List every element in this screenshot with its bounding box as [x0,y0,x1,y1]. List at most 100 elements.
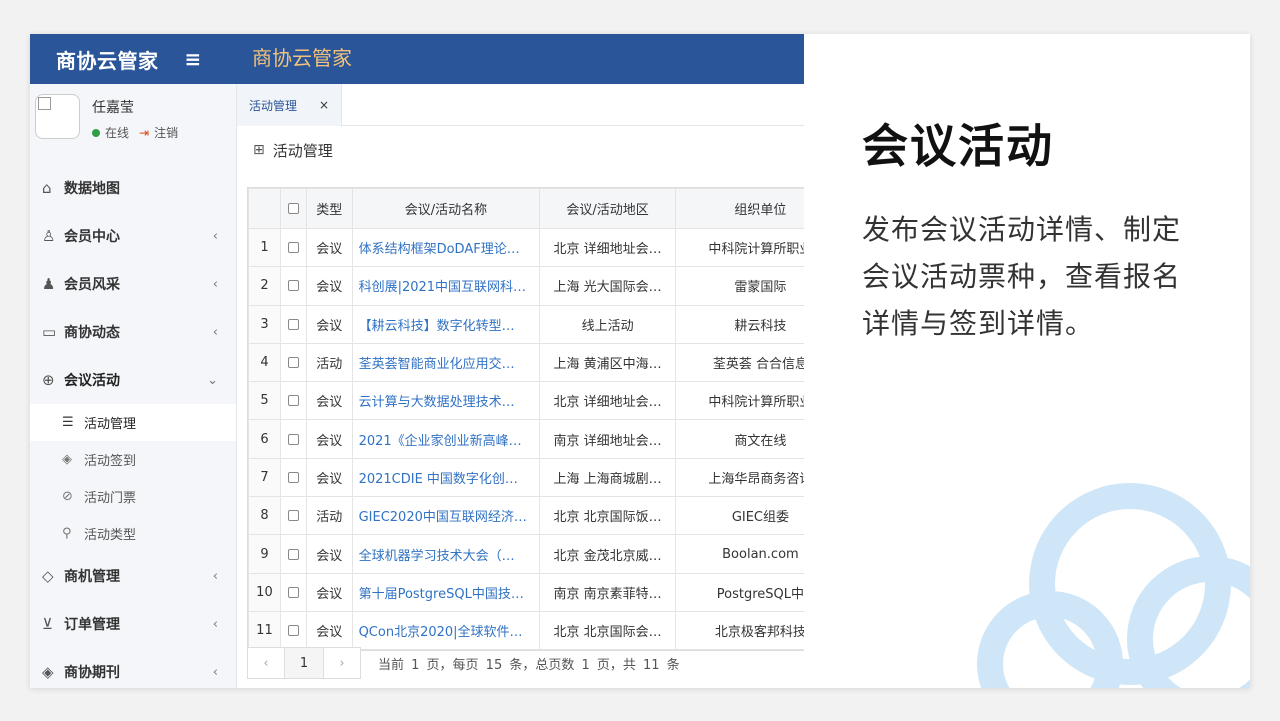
sidebar-item-label: 商机管理 [64,569,120,585]
table-row[interactable]: 9 会议 全球机器学习技术大会（… 北京 金茂北京威… Boolan.com [248,534,804,574]
table-row[interactable]: 5 会议 云计算与大数据处理技术… 北京 详细地址会… 中科院计算所职业 [248,381,804,421]
row-type: 会议 [305,610,353,651]
row-select[interactable] [279,227,307,268]
prev-page-button[interactable]: ‹ [247,647,285,679]
row-region: 北京 北京国际饭… [539,496,676,536]
sidebar-item-label: 会员风采 [64,277,120,293]
row-name-link[interactable]: 体系结构框架DoDAF理论… [351,227,541,268]
chevron-left-icon: ‹ [212,664,218,680]
table-row[interactable]: 3 会议 【耕云科技】数字化转型… 线上活动 耕云科技 [248,304,804,344]
table-row[interactable]: 10 会议 第十届PostgreSQL中国技… 南京 南京素菲特… PostgreSQL… [248,572,804,612]
row-org: GIEC组委 [674,496,804,536]
row-select[interactable] [279,457,307,498]
online-label: 在线 [105,126,130,140]
table-row[interactable]: 8 活动 GIEC2020中国互联网经济… 北京 北京国际饭… GIEC组委 [248,496,804,536]
checkbox[interactable] [287,548,299,560]
row-select[interactable] [279,342,307,383]
sidebar-subitem-label: 活动类型 [84,528,137,543]
row-name-link[interactable]: QCon北京2020|全球软件… [351,610,541,651]
row-name-link[interactable]: 2021CDIE 中国数字化创… [351,457,541,498]
logout-icon[interactable]: ⇥ [139,126,149,140]
checkbox[interactable] [287,318,299,330]
checkbox[interactable] [287,625,299,637]
row-org: PostgreSQL中 [674,572,804,612]
globe-icon: ⊕ [42,371,55,389]
home-icon: ⌂ [42,179,52,197]
slide-frame: 商协云管家 ≡ 商协云管家 任嘉莹 在线 ⇥ 注销 ⌂ 数据地图 ♙ 会员中心 … [30,34,1250,688]
sidebar-item-data-map[interactable]: ⌂ 数据地图 [30,164,236,212]
row-name-link[interactable]: 全球机器学习技术大会（… [351,534,541,574]
activity-table: 类型 会议/活动名称 会议/活动地区 组织单位 1 会议 体系结构框架DoDAF理论… [247,187,804,652]
checkbox[interactable] [287,357,299,369]
avatar[interactable] [35,94,80,139]
logout-link[interactable]: 注销 [154,124,178,141]
sidebar-item-orders[interactable]: ⊻ 订单管理 ‹ [30,600,236,648]
checkbox[interactable] [287,586,299,598]
sidebar-item-business-opportunities[interactable]: ◇ 商机管理 ‹ [30,552,236,600]
pagination-info: 当前 1 页，每页 15 条，总页数 1 页，共 11 条 [378,657,680,673]
table-row[interactable]: 4 活动 荃英荟智能商业化应用交… 上海 黄浦区中海… 荃英荟 合合信息 [248,342,804,383]
checkbox[interactable] [287,510,299,522]
sidebar-item-news[interactable]: ▭ 商协动态 ‹ [30,308,236,356]
row-org: 商文在线 [674,419,804,459]
row-region: 北京 北京国际会… [539,610,676,651]
checkbox[interactable] [287,203,299,214]
sidebar-item-member-center[interactable]: ♙ 会员中心 ‹ [30,212,236,260]
table-row[interactable]: 6 会议 2021《企业家创业新高峰… 南京 详细地址会… 商文在线 [248,419,804,459]
row-select[interactable] [279,610,307,651]
row-region: 北京 详细地址会… [539,227,676,268]
row-select[interactable] [279,572,307,612]
sidebar-item-member-showcase[interactable]: ♟ 会员风采 ‹ [30,260,236,308]
user-status: 在线 ⇥ 注销 [92,124,178,141]
tab-activity-manage[interactable]: 活动管理 × [237,84,343,126]
user-name: 任嘉莹 [92,100,134,116]
row-name-link[interactable]: GIEC2020中国互联网经济… [351,496,541,536]
sidebar-subitem-activity-types[interactable]: ⚲ 活动类型 [30,515,236,552]
checkbox[interactable] [287,433,299,445]
table-header-row: 类型 会议/活动名称 会议/活动地区 组织单位 [248,188,804,229]
tag-icon: ⚲ [62,526,72,541]
hamburger-menu-icon[interactable]: ≡ [185,47,202,71]
sidebar-item-journal[interactable]: ◈ 商协期刊 ‹ [30,648,236,688]
row-name-link[interactable]: 云计算与大数据处理技术… [351,381,541,421]
row-org: 耕云科技 [674,304,804,344]
sidebar-subitem-activity-checkin[interactable]: ◈ 活动签到 [30,441,236,478]
row-select[interactable] [279,419,307,459]
row-type: 活动 [305,342,353,383]
table-row[interactable]: 11 会议 QCon北京2020|全球软件… 北京 北京国际会… 北京极客邦科技 [248,610,804,651]
close-icon[interactable]: × [319,98,329,112]
row-type: 会议 [305,419,353,459]
row-select[interactable] [279,266,307,306]
header-region: 会议/活动地区 [539,188,676,229]
sidebar-subitem-activity-manage[interactable]: ☰ 活动管理 [30,404,236,441]
header-number [248,188,281,229]
row-region: 北京 详细地址会… [539,381,676,421]
table-row[interactable]: 7 会议 2021CDIE 中国数字化创… 上海 上海商城剧… 上海华昂商务咨询 [248,457,804,498]
checkbox[interactable] [287,280,299,292]
row-select[interactable] [279,381,307,421]
row-name-link[interactable]: 【耕云科技】数字化转型… [351,304,541,344]
user-panel: 任嘉莹 在线 ⇥ 注销 [30,84,236,164]
row-name-link[interactable]: 荃英荟智能商业化应用交… [351,342,541,383]
cloud-decoration-icon [977,483,1250,688]
row-org: 北京极客邦科技 [674,610,804,651]
table-row[interactable]: 2 会议 科创展|2021中国互联网科… 上海 光大国际会… 雷蒙国际 [248,266,804,306]
checkbox[interactable] [287,395,299,407]
row-number: 7 [248,457,281,498]
checkbox[interactable] [287,471,299,483]
header-select-all[interactable] [279,188,307,229]
sidebar-item-meetings[interactable]: ⊕ 会议活动 ⌄ [30,356,236,404]
next-page-button[interactable]: › [323,647,361,679]
checkbox[interactable] [287,242,299,254]
row-select[interactable] [279,534,307,574]
current-page-button[interactable]: 1 [285,647,323,679]
table-row[interactable]: 1 会议 体系结构框架DoDAF理论… 北京 详细地址会… 中科院计算所职业 [248,227,804,268]
row-name-link[interactable]: 科创展|2021中国互联网科… [351,266,541,306]
message-icon: ▭ [42,323,57,341]
row-number: 2 [248,266,281,306]
row-select[interactable] [279,496,307,536]
row-name-link[interactable]: 2021《企业家创业新高峰… [351,419,541,459]
sidebar-subitem-activity-tickets[interactable]: ⊘ 活动门票 [30,478,236,515]
row-select[interactable] [279,304,307,344]
row-name-link[interactable]: 第十届PostgreSQL中国技… [351,572,541,612]
